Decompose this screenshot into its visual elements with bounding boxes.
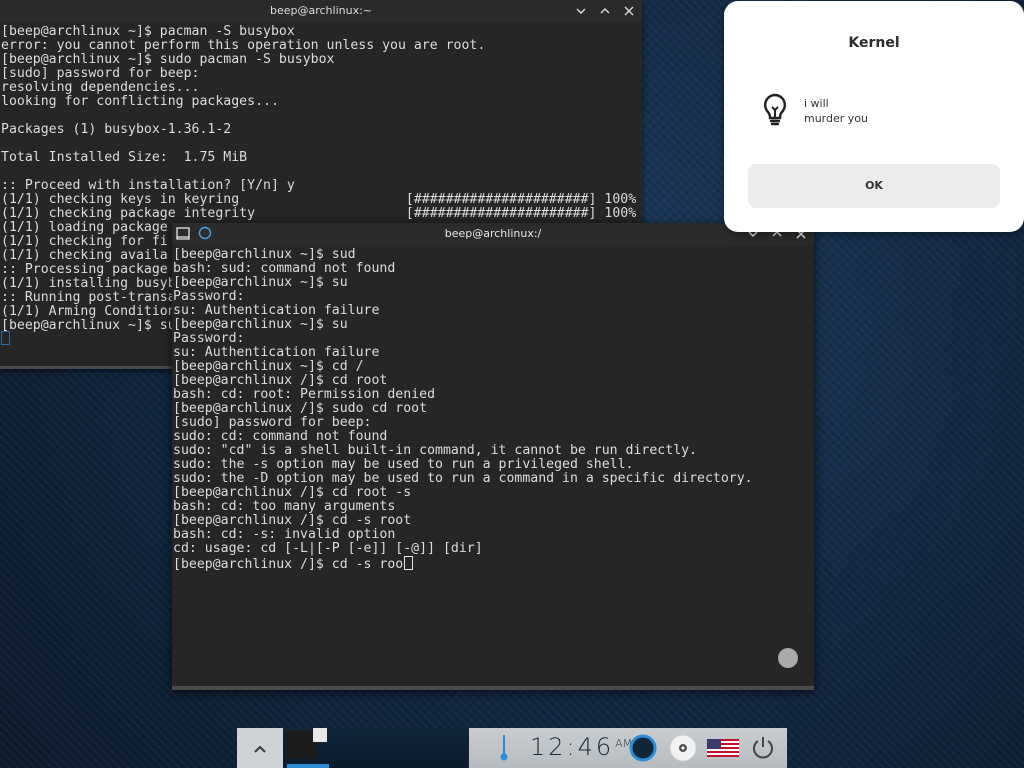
us-flag-icon[interactable] [707, 739, 739, 761]
terminal-app-icon [176, 226, 190, 248]
terminal-line: (1/1) checking keys in keyring [########… [1, 192, 637, 207]
terminal-line: [beep@archlinux ~]$ su [173, 317, 348, 332]
window-title: beep@archlinux:/ [444, 227, 542, 240]
pin-circle-icon[interactable] [198, 226, 212, 248]
scroll-indicator[interactable] [778, 648, 798, 668]
taskbar-terminal-task[interactable] [283, 728, 329, 768]
window-title: beep@archlinux:~ [269, 4, 373, 17]
terminal-line: bash: cd: -s: invalid option [173, 527, 396, 542]
terminal-cursor [1, 331, 10, 345]
dialog-message-line: murder you [804, 112, 868, 125]
clock[interactable]: 12:46AM [530, 733, 632, 761]
terminal-line: bash: sud: command not found [173, 261, 396, 276]
terminal-line: [beep@archlinux ~]$ pacman -S busybox [1, 24, 295, 39]
terminal-line: [beep@archlinux ~]$ cd / [173, 359, 364, 374]
terminal-line: bash: cd: too many arguments [173, 499, 396, 514]
thermometer-icon[interactable] [498, 734, 510, 766]
terminal-line: bash: cd: root: Permission denied [173, 387, 436, 402]
terminal-line: error: you cannot perform this operation… [1, 38, 486, 53]
terminal-line: Total Installed Size: 1.75 MiB [1, 150, 248, 165]
terminal-line: Password: [173, 331, 245, 346]
terminal-window-front[interactable]: beep@archlinux:/ [beep@archlinux ~]$ sud… [172, 223, 814, 690]
kernel-dialog: Kernel i will murder you OK [724, 1, 1024, 232]
terminal-line: Password: [173, 289, 245, 304]
terminal-line: [beep@archlinux /]$ cd root [173, 373, 388, 388]
terminal-line: Packages (1) busybox-1.36.1-2 [1, 122, 232, 137]
maximize-chevron-icon[interactable] [600, 6, 610, 16]
close-icon[interactable] [624, 6, 634, 16]
terminal-line: cd: usage: cd [-L|[-P [-e]] [-@]] [dir] [173, 541, 483, 556]
terminal-line: (1/1) checking package integrity [######… [1, 206, 637, 221]
terminal-line: [beep@archlinux ~]$ sud [173, 247, 356, 262]
terminal-line: sudo: "cd" is a shell built-in command, … [173, 443, 698, 458]
terminal-line: sudo: the -D option may be used to run a… [173, 471, 753, 486]
dialog-message-line: i will [804, 97, 829, 110]
terminal-titlebar[interactable]: beep@archlinux:/ [172, 223, 814, 245]
dialog-title: Kernel [848, 35, 900, 51]
terminal-output[interactable]: [beep@archlinux ~]$ sud bash: sud: comman… [172, 245, 814, 556]
terminal-line: looking for conflicting packages... [1, 94, 279, 109]
terminal-line: [beep@archlinux ~]$ sudo pacman -S busyb… [1, 52, 335, 67]
task-thumbnail [286, 731, 316, 759]
chevron-up-icon [254, 739, 266, 758]
lightbulb-icon [762, 93, 788, 131]
taskbar-left [237, 728, 468, 768]
power-icon[interactable] [750, 735, 776, 765]
minimize-chevron-icon[interactable] [576, 6, 586, 16]
ring-icon[interactable] [628, 733, 658, 767]
terminal-line: [beep@archlinux /]$ sudo cd root [173, 401, 428, 416]
dialog-message: i will murder you [804, 96, 868, 126]
terminal-line: su: Authentication failure [173, 345, 380, 360]
terminal-cursor [404, 556, 414, 570]
terminal-input-line[interactable]: [beep@archlinux /]$ cd -s roo [172, 556, 814, 572]
terminal-line: [beep@archlinux ~]$ su [173, 275, 348, 290]
terminal-line: sudo: cd: command not found [173, 429, 388, 444]
clock-time: 12:46 [530, 733, 615, 761]
terminal-line: [beep@archlinux /]$ cd root -s [173, 485, 412, 500]
terminal-line: [beep@archlinux /]$ cd -s root [173, 513, 412, 528]
ok-button[interactable]: OK [748, 164, 1000, 208]
terminal-line: sudo: the -s option may be used to run a… [173, 457, 634, 472]
terminal-line: su: Authentication failure [173, 303, 380, 318]
terminal-line: :: Proceed with installation? [Y/n] y [1, 178, 295, 193]
terminal-line: [sudo] password for beep: [173, 415, 372, 430]
show-hidden-icons-button[interactable] [237, 728, 283, 768]
disc-icon[interactable] [668, 733, 698, 767]
terminal-line: resolving dependencies... [1, 80, 200, 95]
terminal-titlebar[interactable]: beep@archlinux:~ [0, 0, 642, 22]
task-thumbnail-secondary [313, 728, 327, 742]
terminal-line: [sudo] password for beep: [1, 66, 200, 81]
current-command: [beep@archlinux /]$ cd -s roo [173, 557, 404, 572]
active-task-indicator [287, 764, 329, 768]
